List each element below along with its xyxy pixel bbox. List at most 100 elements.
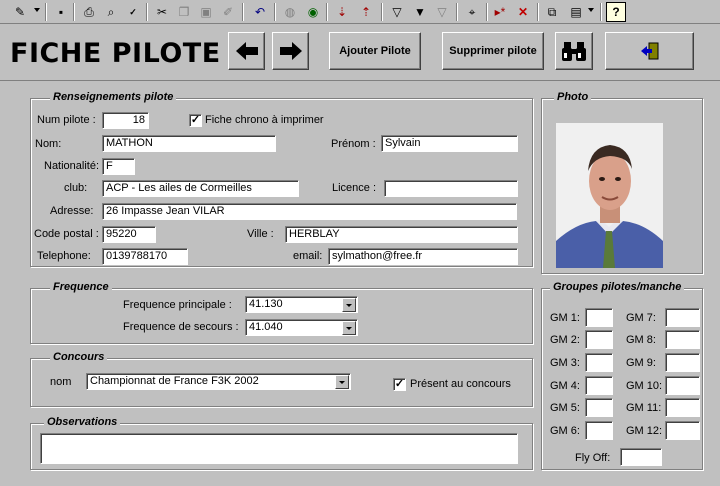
find-record-button[interactable] — [555, 32, 593, 70]
gm-label: GM 6: — [550, 425, 580, 437]
gm-label: GM 9: — [626, 357, 656, 369]
chevron-down-icon[interactable] — [335, 375, 349, 389]
page-title: FICHE PILOTE — [10, 38, 221, 69]
save-icon[interactable]: ▪ — [51, 2, 71, 22]
print-icon[interactable]: ⎙ — [79, 2, 99, 22]
toolbar-separator — [537, 3, 539, 21]
nationalite-field[interactable]: F — [102, 158, 135, 175]
fly-off-field[interactable] — [620, 448, 662, 466]
telephone-field[interactable]: 0139788170 — [102, 248, 188, 265]
delete-pilot-button[interactable]: Supprimer pilote — [442, 32, 544, 70]
toolbar-separator — [456, 3, 458, 21]
exit-form-button[interactable] — [605, 32, 694, 70]
frequence-secours-label: Frequence de secours : — [123, 321, 239, 333]
observations-legend: Observations — [44, 416, 121, 428]
concours-value: Championnat de France F3K 2002 — [90, 375, 259, 387]
gm-field[interactable] — [665, 353, 700, 372]
present-checkbox[interactable]: ✓ — [393, 378, 406, 391]
previous-record-button[interactable] — [228, 32, 265, 70]
renseignements-legend: Renseignements pilote — [50, 91, 177, 103]
chevron-down-icon[interactable] — [588, 8, 594, 12]
next-record-button[interactable] — [272, 32, 309, 70]
gm-field[interactable] — [665, 398, 700, 417]
gm-label: GM 11: — [626, 402, 662, 414]
new-record-icon[interactable]: ▸* — [490, 2, 510, 22]
toolbar-separator — [381, 3, 383, 21]
find-icon[interactable]: ⌖ — [462, 2, 482, 22]
sort-descending-icon[interactable]: ⇡ — [356, 2, 376, 22]
toolbar-separator — [486, 3, 488, 21]
spellcheck-icon[interactable]: ✓ — [123, 2, 143, 22]
toolbar-separator — [326, 3, 328, 21]
undo-icon[interactable]: ↶ — [250, 2, 270, 22]
arrow-right-icon — [279, 42, 302, 60]
chevron-down-icon[interactable] — [34, 8, 40, 12]
gm-field[interactable] — [665, 330, 700, 349]
new-object-icon[interactable]: ▤ — [566, 2, 586, 22]
add-pilot-button[interactable]: Ajouter Pilote — [329, 32, 421, 70]
print-preview-icon[interactable]: ⌕ — [101, 2, 121, 22]
toolbar-separator — [242, 3, 244, 21]
prenom-field[interactable]: Sylvain — [381, 135, 518, 152]
filter-by-selection-icon[interactable]: ▽ — [387, 2, 407, 22]
apply-filter-icon[interactable]: ▽ — [432, 2, 452, 22]
nationalite-label: Nationalité: — [44, 160, 100, 172]
adresse-label: Adresse: — [50, 205, 94, 217]
gm-label: GM 10: — [626, 380, 663, 392]
num-pilote-label: Num pilote : — [37, 114, 96, 126]
cut-icon[interactable]: ✂ — [152, 2, 172, 22]
chrono-checkbox[interactable]: ✓ — [189, 114, 202, 127]
club-label: club: — [64, 182, 88, 194]
nom-field[interactable]: MATHON — [102, 135, 276, 152]
gm-field[interactable] — [585, 421, 613, 440]
exit-door-icon — [640, 42, 658, 60]
concours-select[interactable]: Championnat de France F3K 2002 — [86, 373, 351, 390]
frequence-legend: Frequence — [50, 281, 112, 293]
ville-field[interactable]: HERBLAY — [285, 226, 518, 243]
binoculars-icon — [562, 42, 586, 61]
delete-record-icon[interactable]: ✕ — [513, 2, 533, 22]
copy-icon[interactable]: ❐ — [174, 2, 194, 22]
gm-field[interactable] — [585, 308, 613, 327]
photo-legend: Photo — [554, 91, 592, 103]
gm-field[interactable] — [665, 376, 700, 395]
arrow-left-icon — [235, 42, 258, 60]
code-postal-label: Code postal : — [34, 228, 99, 240]
help-icon[interactable]: ? — [606, 2, 626, 22]
chevron-down-icon[interactable] — [342, 321, 356, 335]
web-icon[interactable]: ◉ — [303, 2, 323, 22]
gm-field[interactable] — [585, 376, 613, 395]
edit-mode-icon[interactable]: ✎ — [10, 2, 30, 22]
paste-icon[interactable]: ▣ — [196, 2, 216, 22]
hyperlink-icon[interactable]: ◍ — [280, 2, 300, 22]
frequence-secours-select[interactable]: 41.040 — [245, 319, 358, 336]
gm-field[interactable] — [585, 398, 613, 417]
gm-label: GM 3: — [550, 357, 580, 369]
toolbar-separator — [274, 3, 276, 21]
gm-label: GM 1: — [550, 312, 580, 324]
gm-field[interactable] — [585, 330, 613, 349]
concours-legend: Concours — [50, 351, 108, 363]
adresse-field[interactable]: 26 Impasse Jean VILAR — [102, 203, 517, 220]
sort-ascending-icon[interactable]: ⇣ — [332, 2, 352, 22]
num-pilote-field[interactable]: 18 — [102, 112, 149, 129]
frequence-principale-label: Frequence principale : — [123, 299, 232, 311]
concours-nom-label: nom — [50, 376, 72, 388]
format-painter-icon[interactable]: ✐ — [218, 2, 238, 22]
code-postal-field[interactable]: 95220 — [102, 226, 156, 243]
chevron-down-icon[interactable] — [342, 298, 356, 312]
email-field[interactable]: sylmathon@free.fr — [328, 248, 518, 265]
filter-by-form-icon[interactable]: ▼ — [410, 2, 430, 22]
nom-label: Nom: — [35, 138, 62, 150]
gm-field[interactable] — [665, 421, 700, 440]
ville-label: Ville : — [247, 228, 274, 240]
telephone-label: Telephone: — [37, 250, 91, 262]
gm-field[interactable] — [665, 308, 700, 327]
database-window-icon[interactable]: ⧉ — [542, 2, 562, 22]
frequence-principale-select[interactable]: 41.130 — [245, 296, 358, 313]
observations-field[interactable] — [40, 433, 518, 464]
gm-field[interactable] — [585, 353, 613, 372]
licence-field[interactable] — [384, 180, 518, 197]
delete-pilot-label: Supprimer pilote — [449, 45, 537, 57]
club-field[interactable]: ACP - Les ailes de Cormeilles — [102, 180, 299, 197]
